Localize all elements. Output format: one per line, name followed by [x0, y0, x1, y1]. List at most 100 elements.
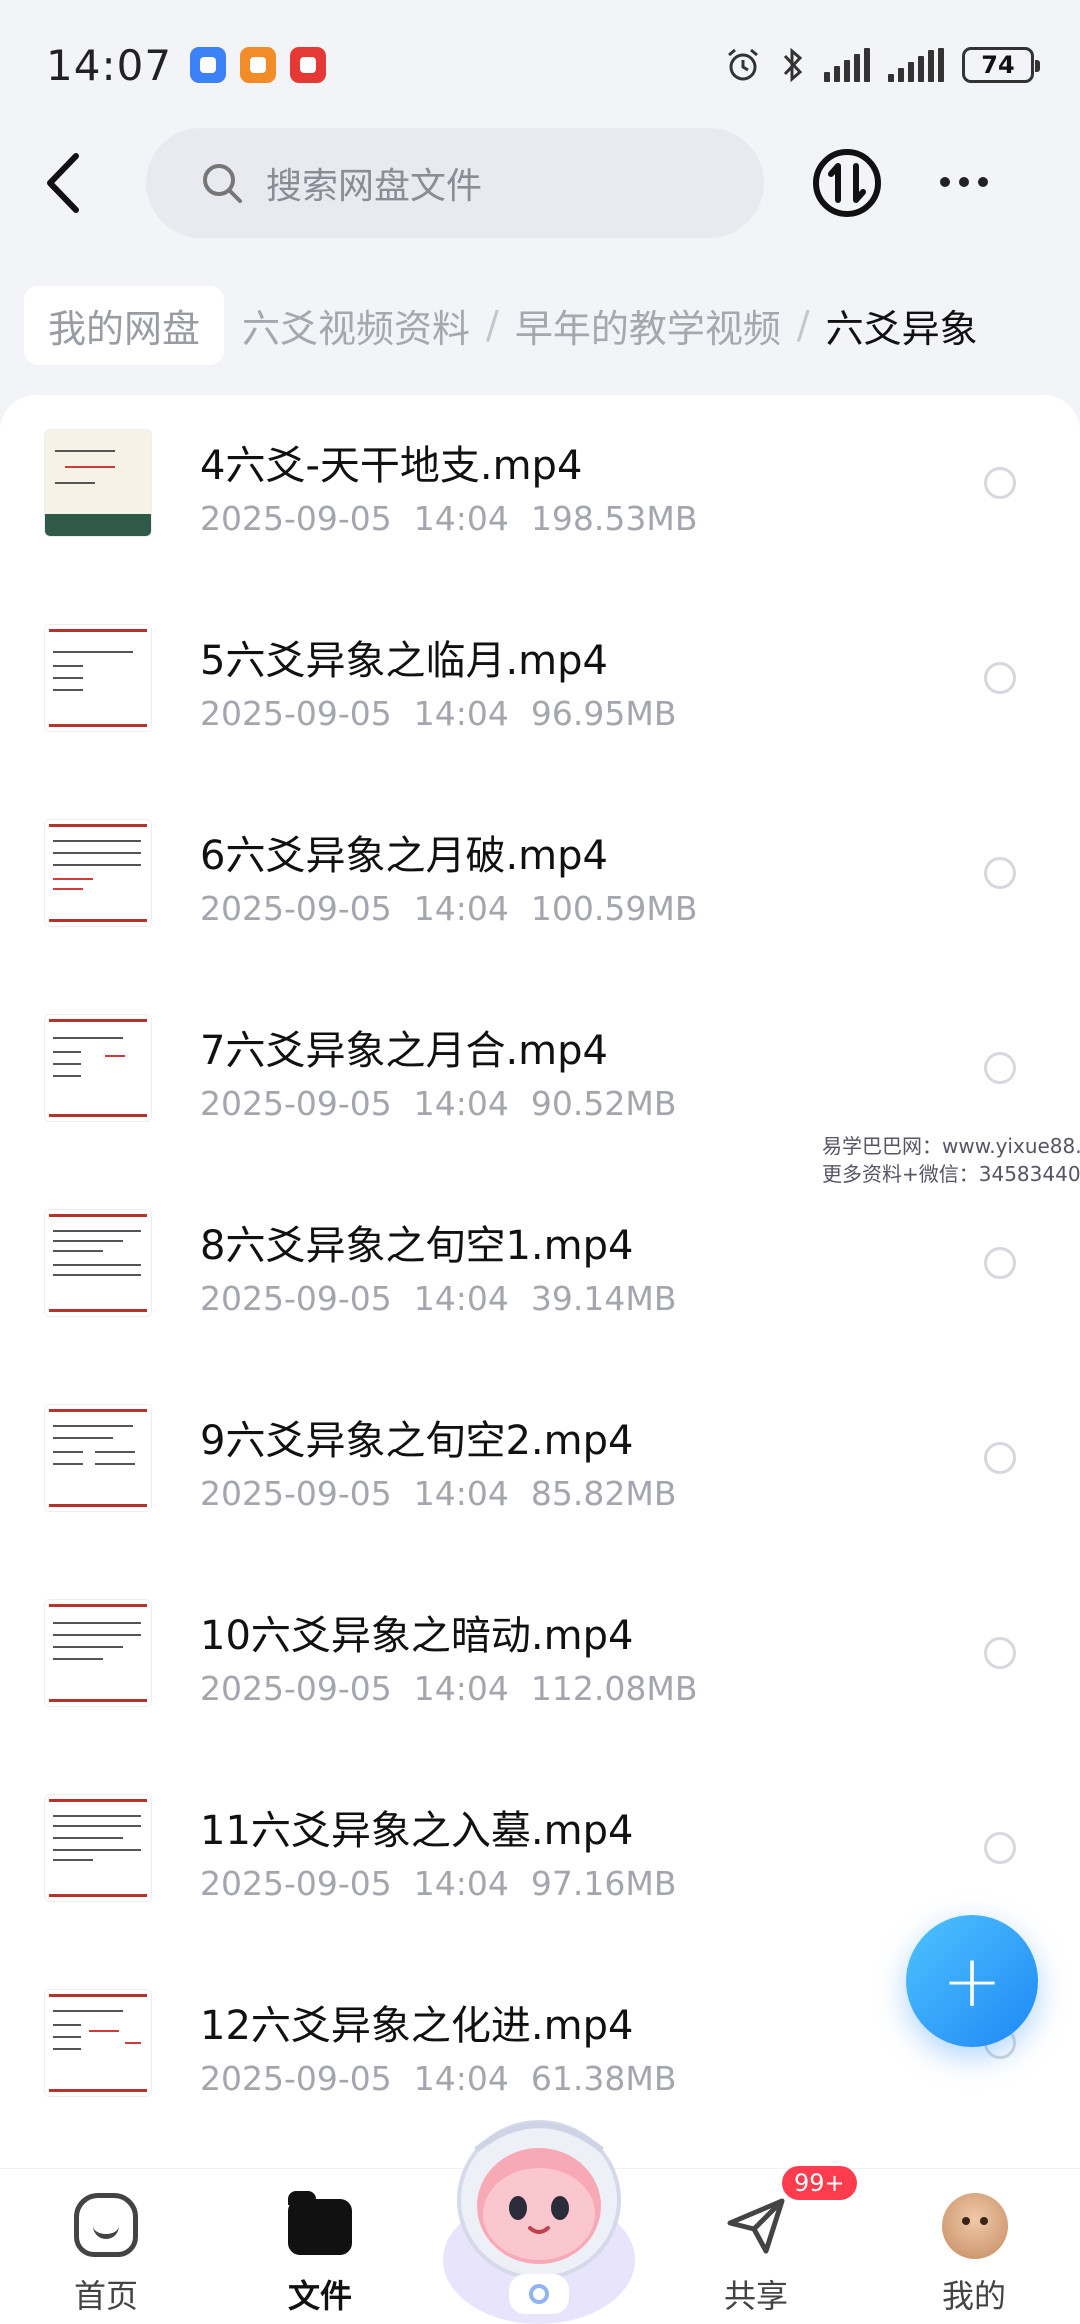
file-date: 2025-09-05 [200, 499, 392, 538]
file-name: 8六爻异象之旬空1.mp4 [200, 1223, 634, 1269]
file-name: 4六爻-天干地支.mp4 [200, 443, 583, 489]
alarm-icon [728, 48, 758, 81]
bluetooth-icon [783, 47, 803, 83]
select-radio[interactable] [984, 1637, 1016, 1669]
file-date: 2025-09-05 [200, 694, 392, 733]
breadcrumb-item[interactable]: 早年的教学视频 [515, 298, 781, 353]
file-meta: 2025-09-05 14:04 100.59MB [200, 889, 719, 928]
notification-app-icon [240, 47, 277, 83]
file-name: 6六爻异象之月破.mp4 [200, 833, 608, 879]
nav-label: 我的 [941, 2277, 1006, 2315]
file-row[interactable]: 6六爻异象之月破.mp4 2025-09-05 14:04 100.59MB [0, 785, 1080, 980]
file-meta: 2025-09-05 14:04 39.14MB [200, 1279, 698, 1318]
notification-badge: 99+ [782, 2166, 857, 2200]
file-row[interactable]: 4六爻-天干地支.mp4 2025-09-05 14:04 198.53MB [0, 395, 1080, 590]
file-row[interactable]: 5六爻异象之临月.mp4 2025-09-05 14:04 96.95MB [0, 590, 1080, 785]
breadcrumb-separator: / [796, 303, 810, 347]
file-name: 7六爻异象之月合.mp4 [200, 1028, 608, 1074]
file-meta: 2025-09-05 14:04 96.95MB [200, 694, 698, 733]
status-time: 14:07 [46, 40, 173, 90]
file-meta: 2025-09-05 14:04 97.16MB [200, 1864, 698, 1903]
more-options-icon[interactable] [940, 162, 1000, 202]
home-icon [74, 2193, 138, 2257]
back-arrow-icon[interactable] [40, 150, 90, 216]
breadcrumb-current: 六爻异象 [825, 306, 978, 351]
select-radio[interactable] [984, 467, 1016, 499]
nav-label: 文件 [287, 2277, 352, 2315]
select-radio[interactable] [984, 1832, 1016, 1864]
add-button[interactable]: + [906, 1915, 1038, 2047]
breadcrumb-root[interactable]: 我的网盘 [24, 285, 225, 365]
file-size: 112.08MB [530, 1669, 698, 1708]
file-time: 14:04 [413, 1669, 509, 1708]
signal-icon [824, 48, 870, 82]
watermark-line: 易学巴巴网：www.yixue88.cn [822, 1134, 1080, 1158]
file-row[interactable]: 9六爻异象之旬空2.mp4 2025-09-05 14:04 85.82MB [0, 1370, 1080, 1565]
select-radio[interactable] [984, 857, 1016, 889]
nav-files[interactable]: 文件 [240, 2191, 400, 2323]
file-meta: 2025-09-05 14:04 112.08MB [200, 1669, 719, 1708]
file-name: 9六爻异象之旬空2.mp4 [200, 1418, 634, 1464]
file-date: 2025-09-05 [200, 1864, 392, 1903]
breadcrumb-separator: / [486, 303, 499, 347]
search-placeholder: 搜索网盘文件 [266, 166, 483, 207]
file-time: 14:04 [413, 1474, 509, 1513]
file-name: 12六爻异象之化进.mp4 [200, 2003, 634, 2049]
nav-share[interactable]: 共享 [676, 2193, 836, 2323]
file-time: 14:04 [413, 1279, 509, 1318]
file-meta: 2025-09-05 14:04 61.38MB [200, 2059, 698, 2098]
nav-label: 共享 [723, 2277, 788, 2315]
watermark-line: 更多资料+微信：3458344044 [822, 1162, 1080, 1186]
file-row[interactable]: 10六爻异象之暗动.mp4 2025-09-05 14:04 112.08MB [0, 1565, 1080, 1760]
select-radio[interactable] [984, 1442, 1016, 1474]
nav-profile[interactable]: 我的 [894, 2193, 1054, 2323]
select-radio[interactable] [984, 1247, 1016, 1279]
status-indicators: 74 [724, 46, 1040, 84]
search-input[interactable]: 搜索网盘文件 [146, 128, 764, 238]
watermark: 易学巴巴网：www.yixue88.cn 更多资料+微信：3458344044 [822, 1132, 1080, 1188]
file-time: 14:04 [413, 889, 509, 928]
notification-app-icon [290, 47, 327, 83]
breadcrumb-item[interactable]: 六爻视频资料 [242, 298, 470, 353]
file-name: 10六爻异象之暗动.mp4 [200, 1613, 634, 1659]
file-time: 14:04 [413, 2059, 509, 2098]
file-size: 97.16MB [530, 1864, 677, 1903]
file-list: 4六爻-天干地支.mp4 2025-09-05 14:04 198.53MB 5六爻… [0, 395, 1080, 2175]
video-thumbnail [44, 429, 152, 537]
video-thumbnail [44, 819, 152, 927]
file-date: 2025-09-05 [200, 1084, 392, 1123]
status-bar: 14:07 74 [0, 0, 1080, 130]
file-row[interactable]: 11六爻异象之入墓.mp4 2025-09-05 14:04 97.16MB [0, 1760, 1080, 1955]
file-size: 39.14MB [530, 1279, 677, 1318]
video-thumbnail [44, 1014, 152, 1122]
video-thumbnail [44, 1404, 152, 1512]
video-thumbnail [44, 624, 152, 732]
file-time: 14:04 [413, 694, 509, 733]
select-radio[interactable] [984, 1052, 1016, 1084]
ai-assistant-mascot-icon[interactable] [436, 2110, 642, 2324]
file-size: 100.59MB [530, 889, 698, 928]
file-time: 14:04 [413, 1084, 509, 1123]
video-thumbnail [44, 1209, 152, 1317]
avatar [942, 2193, 1008, 2259]
select-radio[interactable] [984, 662, 1016, 694]
nav-home[interactable]: 首页 [26, 2193, 186, 2323]
file-size: 96.95MB [530, 694, 677, 733]
file-time: 14:04 [413, 499, 509, 538]
status-app-icons [190, 47, 327, 83]
file-date: 2025-09-05 [200, 889, 392, 928]
file-row[interactable]: 8六爻异象之旬空1.mp4 2025-09-05 14:04 39.14MB [0, 1175, 1080, 1370]
transfer-list-icon[interactable] [812, 148, 882, 218]
notification-app-icon [190, 47, 227, 83]
top-bar: 搜索网盘文件 [0, 120, 1080, 245]
file-name: 5六爻异象之临月.mp4 [200, 638, 608, 684]
file-date: 2025-09-05 [200, 1669, 392, 1708]
file-time: 14:04 [413, 1864, 509, 1903]
plus-icon: + [941, 1939, 1003, 2023]
file-date: 2025-09-05 [200, 2059, 392, 2098]
file-size: 85.82MB [530, 1474, 677, 1513]
search-icon [203, 164, 242, 203]
nav-label: 首页 [73, 2277, 138, 2315]
file-size: 90.52MB [530, 1084, 677, 1123]
file-meta: 2025-09-05 14:04 198.53MB [200, 499, 719, 538]
